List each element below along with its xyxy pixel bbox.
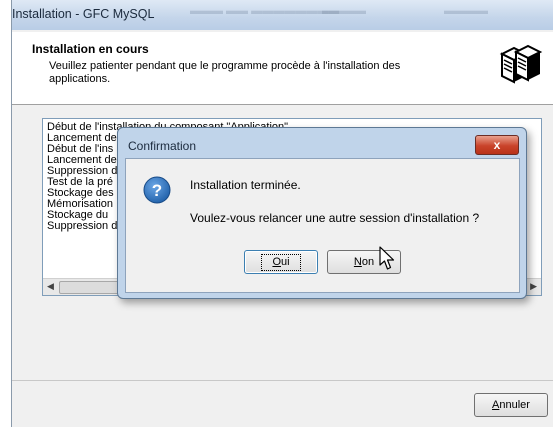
log-line: Suppression d <box>47 220 118 232</box>
dialog-body: ? Installation terminée. Voulez-vous rel… <box>125 158 520 293</box>
scroll-right-icon[interactable]: ▶ <box>530 281 537 292</box>
svg-text:?: ? <box>152 181 162 200</box>
computer-logo-icon <box>497 41 543 87</box>
cancel-button[interactable]: Annuler <box>474 393 548 417</box>
scroll-left-icon[interactable]: ◀ <box>47 281 54 292</box>
page-title: Installation en cours <box>32 42 149 56</box>
blurred-menu-text: ▬▬▬▬ <box>444 5 488 17</box>
question-icon: ? <box>143 176 171 204</box>
message-line-2: Voulez-vous relancer une autre session d… <box>190 211 480 225</box>
title-bar[interactable]: Installation - GFC MySQL ▬▬▬ ▬▬ ▬▬▬▬▬▬▬▬… <box>12 0 553 30</box>
footer-divider <box>12 380 553 381</box>
window-title: Installation - GFC MySQL <box>12 7 155 21</box>
scrollbar-thumb[interactable] <box>59 281 121 294</box>
close-icon: x <box>493 138 501 152</box>
wizard-header: Installation en cours Veuillez patienter… <box>12 32 553 105</box>
message-line-1: Installation terminée. <box>190 178 301 192</box>
confirmation-dialog: Confirmation x ? Installation terminée. … <box>117 127 527 299</box>
dialog-title: Confirmation <box>128 139 197 153</box>
yes-button[interactable]: Oui <box>244 250 318 274</box>
blurred-menu-text: ▬▬▬ ▬▬ ▬▬▬▬▬▬▬▬ <box>190 5 340 17</box>
mouse-pointer-icon <box>379 246 395 270</box>
close-button[interactable]: x <box>475 135 519 155</box>
blurred-menu-text: ▬▬▬▬ <box>322 5 366 17</box>
page-subtitle: Veuillez patienter pendant que le progra… <box>49 60 401 85</box>
